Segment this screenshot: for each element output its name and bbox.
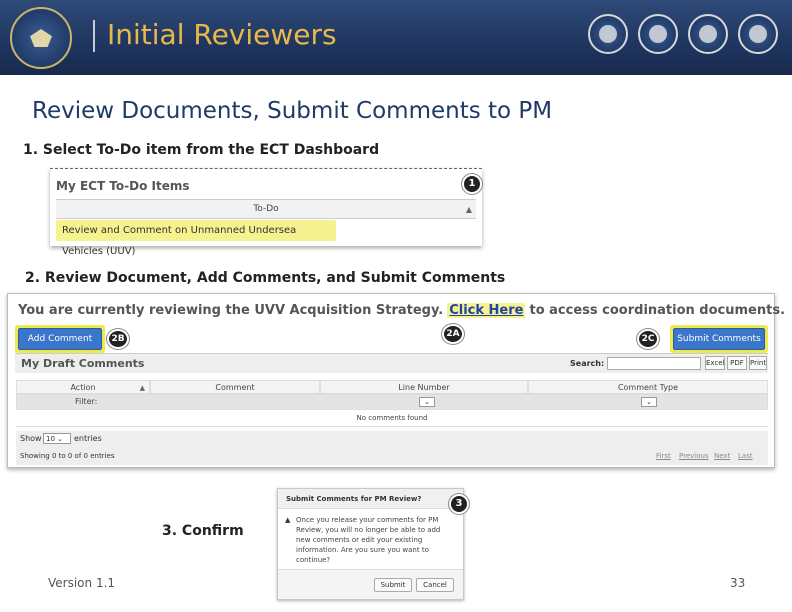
- header-banner: Initial Reviewers: [0, 0, 792, 75]
- pager-previous[interactable]: Previous: [679, 452, 709, 460]
- excel-export-button[interactable]: Excel: [705, 356, 725, 370]
- step-badge-1: 1: [462, 174, 482, 194]
- column-header-label: Action: [70, 383, 96, 392]
- sort-up-icon[interactable]: ▲: [466, 200, 472, 219]
- column-header-action[interactable]: Action ▲: [16, 380, 150, 394]
- pager-next[interactable]: Next: [714, 452, 730, 460]
- step-badge-2a: 2A: [442, 324, 464, 344]
- dialog-title: Submit Comments for PM Review?: [278, 489, 463, 509]
- banner-title: Initial Reviewers: [107, 18, 337, 51]
- pdf-export-button[interactable]: PDF: [727, 356, 747, 370]
- todo-panel: My ECT To-Do Items To-Do ▲ Review and Co…: [50, 168, 482, 257]
- banner-divider: [93, 20, 95, 52]
- dialog-actions: Submit Cancel: [278, 569, 463, 599]
- dialog-message: Once you release your comments for PM Re…: [296, 516, 441, 564]
- army-seal-icon: [588, 14, 628, 54]
- filter-row: Filter: ⌄ ⌄: [16, 394, 768, 410]
- marine-seal-icon: [638, 14, 678, 54]
- search-input[interactable]: [607, 357, 701, 370]
- todo-heading: My ECT To-Do Items: [56, 179, 190, 193]
- todo-column-label: To-Do: [253, 204, 279, 214]
- air-force-seal-icon: [738, 14, 778, 54]
- pager-first[interactable]: First: [656, 452, 671, 460]
- pager-last[interactable]: Last: [738, 452, 753, 460]
- line-number-filter-select[interactable]: ⌄: [419, 397, 435, 407]
- dialog-cancel-button[interactable]: Cancel: [416, 578, 454, 592]
- showing-count: Showing 0 to 0 of 0 entries: [20, 452, 115, 460]
- drafts-title: My Draft Comments: [21, 357, 145, 370]
- step-badge-2b: 2B: [107, 329, 129, 349]
- step-3-label: 3. Confirm: [162, 523, 244, 539]
- search-label: Search:: [570, 359, 605, 368]
- step-badge-2c: 2C: [637, 329, 659, 349]
- entries-label: entries: [74, 434, 102, 443]
- print-button[interactable]: Print: [749, 356, 767, 370]
- warning-icon: ▲: [285, 516, 291, 524]
- todo-item[interactable]: Review and Comment on Unmanned Undersea …: [56, 220, 336, 257]
- empty-table-message: No comments found: [16, 410, 768, 427]
- review-banner-prefix: You are currently reviewing the UVV Acqu…: [18, 303, 444, 318]
- step-2-label: 2. Review Document, Add Comments, and Su…: [25, 270, 506, 286]
- column-header-comment-type[interactable]: Comment Type: [528, 380, 768, 394]
- click-here-link[interactable]: Click Here: [447, 303, 526, 318]
- submit-comments-button[interactable]: Submit Comments: [673, 328, 765, 350]
- column-header-comment[interactable]: Comment: [150, 380, 320, 394]
- navy-seal-icon: [688, 14, 728, 54]
- filter-label: Filter:: [75, 397, 98, 406]
- dialog-submit-button[interactable]: Submit: [374, 578, 412, 592]
- column-header-line-number[interactable]: Line Number: [320, 380, 528, 394]
- sort-up-icon[interactable]: ▲: [140, 381, 145, 395]
- step-badge-3: 3: [449, 494, 469, 514]
- add-comment-button[interactable]: Add Comment: [18, 328, 102, 350]
- review-panel: You are currently reviewing the UVV Acqu…: [7, 293, 785, 468]
- review-banner: You are currently reviewing the UVV Acqu…: [18, 303, 785, 318]
- drafts-toolbar: My Draft Comments Search: Excel PDF Prin…: [15, 353, 768, 373]
- show-label: Show: [20, 434, 42, 443]
- todo-column-header[interactable]: To-Do ▲: [56, 199, 476, 219]
- table-footer: Show 10 ⌄ entries Showing 0 to 0 of 0 en…: [16, 431, 768, 465]
- review-banner-suffix: to access coordination documents.: [529, 303, 786, 318]
- comment-type-filter-select[interactable]: ⌄: [641, 397, 657, 407]
- page-title: Review Documents, Submit Comments to PM: [32, 98, 553, 124]
- page-number: 33: [730, 576, 746, 590]
- page-size-select[interactable]: 10 ⌄: [43, 433, 71, 444]
- step-1-label: 1. Select To-Do item from the ECT Dashbo…: [23, 142, 380, 158]
- version-label: Version 1.1: [48, 576, 116, 590]
- confirm-dialog: Submit Comments for PM Review? ▲ Once yo…: [277, 488, 464, 600]
- dod-seal-icon: [10, 7, 72, 69]
